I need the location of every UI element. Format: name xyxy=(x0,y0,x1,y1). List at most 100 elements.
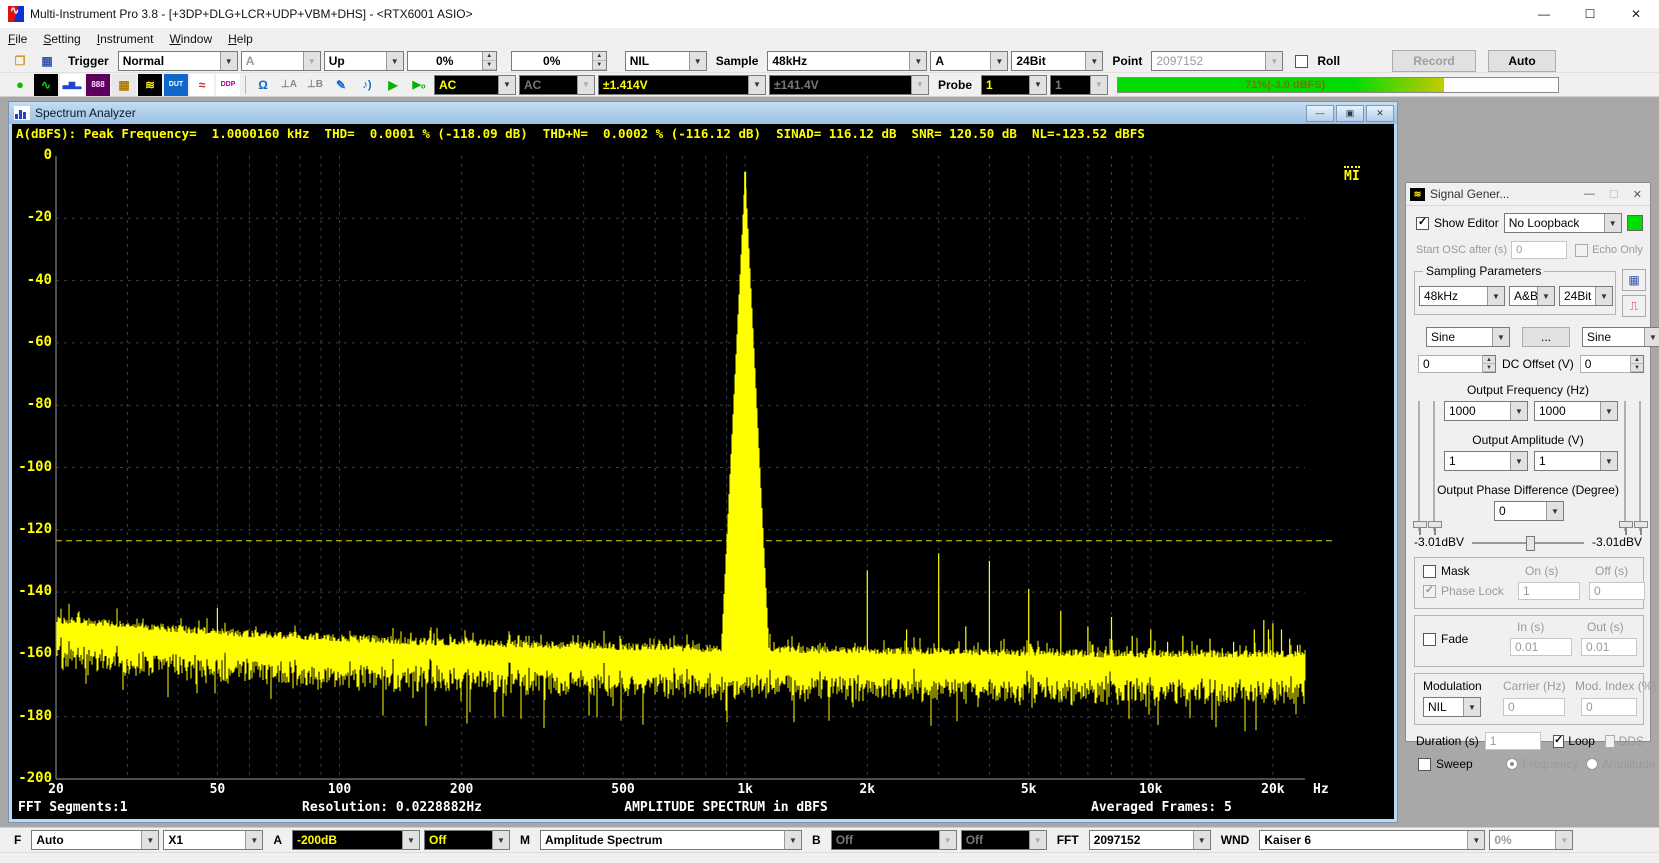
waveform-b-select[interactable]: Sine▼ xyxy=(1582,327,1659,347)
menu-file[interactable]: File xyxy=(0,30,35,48)
output-amplitude-label: Output Amplitude (V) xyxy=(1472,433,1583,447)
run-indicator-icon[interactable]: ● xyxy=(8,74,32,96)
menu-help[interactable]: Help xyxy=(220,30,261,48)
fade-checkbox[interactable] xyxy=(1423,633,1436,646)
loopback-select[interactable]: No Loopback▼ xyxy=(1504,213,1622,233)
save-file-icon[interactable]: ▦ xyxy=(35,50,59,72)
spectrum-close-button[interactable]: ✕ xyxy=(1366,105,1394,122)
fade-out-label: Out (s) xyxy=(1587,620,1624,634)
frequency-b-select[interactable]: 1000▼ xyxy=(1534,401,1618,421)
modulation-group: Modulation Carrier (Hz) Mod. Index (%) N… xyxy=(1414,673,1644,725)
output-level-a-fine-slider[interactable] xyxy=(1433,401,1435,531)
frequency-axis-select[interactable]: Auto▼ xyxy=(31,830,159,850)
show-editor-checkbox[interactable] xyxy=(1416,217,1429,230)
waveform-more-button[interactable]: ... xyxy=(1522,327,1570,347)
sweep-checkbox[interactable] xyxy=(1418,758,1431,771)
pre-trigger-spinner[interactable]: 0%▲▼ xyxy=(511,51,607,71)
probe-calibration-icon[interactable]: ✎ xyxy=(329,74,353,96)
auto-button[interactable]: Auto xyxy=(1488,50,1556,72)
generator-titlebar[interactable]: ≋ Signal Gener... — ☐ ✕ xyxy=(1406,183,1650,206)
output-level-a-slider-handle[interactable] xyxy=(1413,521,1427,528)
output-level-b-fine-slider[interactable] xyxy=(1639,401,1641,531)
waveform-library-icon[interactable]: ⎍ xyxy=(1622,295,1646,317)
dc-offset-b-spinner[interactable]: ▲▼ xyxy=(1631,355,1644,373)
a-reference-select[interactable]: Off▼ xyxy=(424,830,510,850)
point-count-select: 2097152▼ xyxy=(1151,51,1283,71)
waveform-a-select[interactable]: Sine▼ xyxy=(1426,327,1510,347)
multimeter-icon[interactable]: 888 xyxy=(86,74,110,96)
phase-difference-select[interactable]: 0▼ xyxy=(1494,501,1564,521)
spectrum-window-titlebar[interactable]: Spectrum Analyzer — ▣ ✕ xyxy=(9,102,1397,124)
trigger-level-spinner[interactable]: 0%▲▼ xyxy=(407,51,497,71)
oscilloscope-icon[interactable]: ∿ xyxy=(34,74,58,96)
amplitude-b-select[interactable]: 1▼ xyxy=(1534,451,1618,471)
output-level-b-slider-handle[interactable] xyxy=(1619,521,1633,528)
dc-offset-b-input[interactable]: 0 xyxy=(1580,355,1631,373)
spectrum-restore-button[interactable]: ▣ xyxy=(1336,105,1364,122)
device-test-plan-icon[interactable]: DUT xyxy=(164,74,188,96)
marker-a-icon[interactable]: ⊥A xyxy=(277,74,301,96)
xy-plot-icon[interactable]: ▦ xyxy=(112,74,136,96)
fft-size-select[interactable]: 2097152▼ xyxy=(1089,830,1211,850)
app-minimize-button[interactable]: — xyxy=(1521,0,1567,28)
menu-instrument[interactable]: Instrument xyxy=(89,30,162,48)
generator-bits-select[interactable]: 24Bit▼ xyxy=(1559,286,1613,306)
coupling-a-select[interactable]: AC▼ xyxy=(434,75,516,95)
window-function-select[interactable]: Kaiser 6▼ xyxy=(1259,830,1485,850)
display-mode-select[interactable]: Amplitude Spectrum▼ xyxy=(540,830,802,850)
sample-label: Sample xyxy=(710,54,765,68)
generator-save-icon[interactable]: ▦ xyxy=(1622,269,1646,291)
loop-checkbox[interactable] xyxy=(1553,735,1564,748)
frequency-a-select[interactable]: 1000▼ xyxy=(1444,401,1528,421)
output-level-a-fine-slider-handle[interactable] xyxy=(1428,521,1442,528)
x-tick-label: 50 xyxy=(195,782,239,797)
a-range-select[interactable]: -200dB▼ xyxy=(292,830,420,850)
generator-sample-rate-select[interactable]: 48kHz▼ xyxy=(1419,286,1505,306)
zoom-select[interactable]: X1▼ xyxy=(163,830,263,850)
generator-channels-select[interactable]: A&B▼ xyxy=(1509,286,1555,306)
signal-generator-icon[interactable]: ≋ xyxy=(138,74,162,96)
app-maximize-button[interactable]: ☐ xyxy=(1567,0,1613,28)
sweep-amplitude-radio xyxy=(1586,758,1598,770)
play-icon[interactable]: ▶ xyxy=(381,74,405,96)
calibration-icon[interactable]: Ω xyxy=(251,74,275,96)
output-level-b-slider[interactable] xyxy=(1624,401,1626,531)
y-tick-label: 0 xyxy=(14,147,52,163)
trigger-label: Trigger xyxy=(62,54,115,68)
start-osc-input: 0 xyxy=(1511,241,1567,259)
generator-minimize-button[interactable]: — xyxy=(1584,188,1595,201)
marker-b-icon[interactable]: ⊥B xyxy=(303,74,327,96)
roll-checkbox[interactable] xyxy=(1295,55,1308,68)
app-close-button[interactable]: ✕ xyxy=(1613,0,1659,28)
generator-run-button[interactable] xyxy=(1627,215,1643,231)
level-a-readout: -3.01dBV xyxy=(1414,535,1464,549)
sound-output-icon[interactable]: ♪) xyxy=(355,74,379,96)
channel-select[interactable]: A▼ xyxy=(930,51,1008,71)
dc-offset-a-input[interactable]: 0 xyxy=(1418,355,1483,373)
generator-maximize-button[interactable]: ☐ xyxy=(1609,188,1619,201)
output-level-b-fine-slider-handle[interactable] xyxy=(1634,521,1648,528)
output-level-a-slider[interactable] xyxy=(1418,401,1420,531)
modulation-mode-select[interactable]: NIL▼ xyxy=(1423,697,1481,717)
play-loop-icon[interactable]: ▶ₒ xyxy=(407,74,431,96)
range-a-select[interactable]: ±1.414V▼ xyxy=(598,75,766,95)
menu-window[interactable]: Window xyxy=(161,30,220,48)
menu-setting[interactable]: Setting xyxy=(35,30,88,48)
spectrum-analyzer-icon[interactable]: ▃▆▂ xyxy=(60,74,84,96)
hpf-select[interactable]: NIL▼ xyxy=(625,51,707,71)
dc-offset-a-spinner[interactable]: ▲▼ xyxy=(1483,355,1496,373)
ddp-viewer-icon[interactable]: DDP xyxy=(216,74,240,96)
amplitude-a-select[interactable]: 1▼ xyxy=(1444,451,1528,471)
trigger-mode-select[interactable]: Normal▼ xyxy=(118,51,238,71)
mask-checkbox[interactable] xyxy=(1423,565,1436,578)
open-file-icon[interactable]: ❒ xyxy=(8,50,32,72)
balance-slider-handle[interactable] xyxy=(1526,536,1535,551)
derived-data-icon[interactable]: ≈ xyxy=(190,74,214,96)
app-titlebar[interactable]: Multi-Instrument Pro 3.8 - [+3DP+DLG+LCR… xyxy=(0,0,1659,29)
generator-close-button[interactable]: ✕ xyxy=(1633,188,1642,201)
sample-rate-select[interactable]: 48kHz▼ xyxy=(767,51,927,71)
spectrum-minimize-button[interactable]: — xyxy=(1306,105,1334,122)
trigger-edge-select[interactable]: Up▼ xyxy=(324,51,404,71)
probe-a-select[interactable]: 1▼ xyxy=(981,75,1047,95)
bit-depth-select[interactable]: 24Bit▼ xyxy=(1011,51,1103,71)
